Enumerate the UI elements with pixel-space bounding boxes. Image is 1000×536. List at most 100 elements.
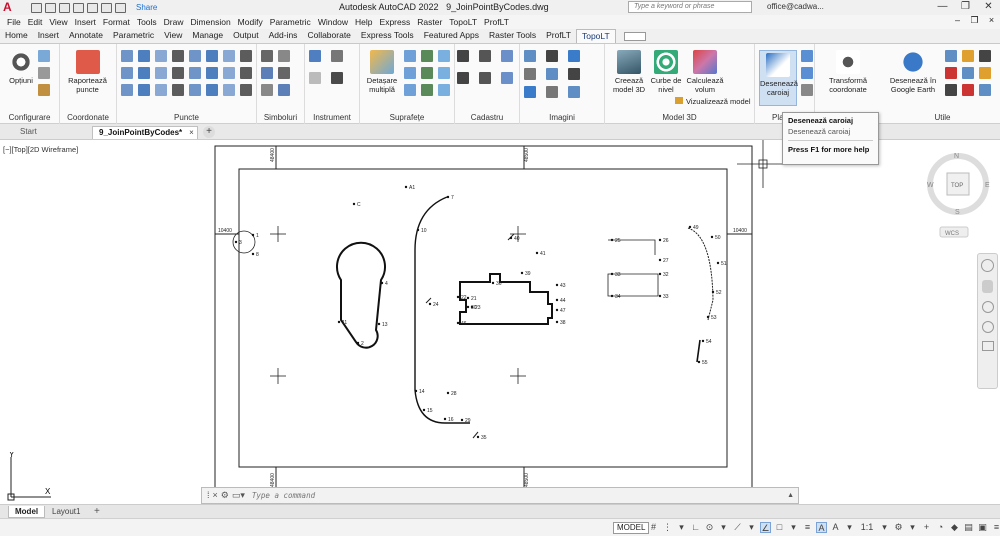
- ribbon-tool-icon[interactable]: [240, 67, 252, 79]
- ribbon-tool-icon[interactable]: [121, 84, 133, 96]
- new-file-icon[interactable]: [31, 2, 42, 13]
- ribbon-tool-icon[interactable]: [138, 84, 150, 96]
- tab-output[interactable]: Output: [228, 29, 264, 43]
- hardware-accel-icon[interactable]: ▤: [963, 522, 974, 533]
- autocad-logo-icon[interactable]: A: [3, 1, 17, 14]
- survey-point[interactable]: 24: [428, 302, 439, 308]
- detasare-multipla-button[interactable]: Detașare multiplă: [362, 50, 402, 94]
- doc-minimize-icon[interactable]: –: [949, 15, 966, 26]
- layout-tool-icon[interactable]: [801, 50, 813, 62]
- ribbon-tool-icon[interactable]: [223, 84, 235, 96]
- menu-window[interactable]: Window: [318, 17, 348, 27]
- tab-collaborate[interactable]: Collaborate: [302, 29, 355, 43]
- layout-tool-icon[interactable]: [801, 67, 813, 79]
- survey-point[interactable]: 55: [697, 360, 708, 366]
- menu-dimension[interactable]: Dimension: [191, 17, 231, 27]
- survey-point[interactable]: 16: [443, 417, 454, 423]
- menu-tools[interactable]: Tools: [137, 17, 157, 27]
- ribbon-tool-icon[interactable]: [240, 50, 252, 62]
- customize-icon[interactable]: ⚙: [221, 490, 229, 501]
- survey-point[interactable]: 13: [377, 322, 388, 328]
- survey-point[interactable]: A1: [404, 185, 416, 191]
- survey-point[interactable]: 14: [414, 389, 425, 395]
- survey-point[interactable]: 27: [658, 258, 669, 264]
- survey-point[interactable]: 25: [610, 238, 621, 244]
- ribbon-tool-icon[interactable]: [546, 68, 558, 80]
- config-tool-icon[interactable]: [38, 50, 50, 62]
- ribbon-tool-icon[interactable]: [524, 68, 536, 80]
- close-tab-icon[interactable]: ×: [189, 128, 194, 137]
- ribbon-tool-icon[interactable]: [962, 50, 974, 62]
- calculeaza-volum-button[interactable]: Calculează volum: [685, 50, 725, 94]
- ribbon-tool-icon[interactable]: [501, 72, 513, 84]
- ribbon-tool-icon[interactable]: [945, 67, 957, 79]
- ribbon-tool-icon[interactable]: [331, 50, 343, 62]
- menu-proflt[interactable]: ProfLT: [484, 17, 509, 27]
- survey-point[interactable]: 11: [337, 320, 348, 326]
- close-icon[interactable]: ×: [213, 490, 218, 501]
- survey-point[interactable]: C: [352, 202, 361, 208]
- survey-point[interactable]: 33: [658, 294, 669, 300]
- survey-point[interactable]: 10: [416, 228, 427, 234]
- ribbon-tool-icon[interactable]: [568, 86, 580, 98]
- ribbon-tool-icon[interactable]: [962, 84, 974, 96]
- ribbon-tool-icon[interactable]: [945, 50, 957, 62]
- isolate-icon[interactable]: ◆: [949, 522, 960, 533]
- ribbon-tool-icon[interactable]: [172, 84, 184, 96]
- ribbon-tool-icon[interactable]: [404, 50, 416, 62]
- survey-point[interactable]: 49: [688, 225, 699, 231]
- search-input[interactable]: Type a keyword or phrase: [628, 1, 752, 13]
- ribbon-options-toggle[interactable]: [623, 32, 646, 41]
- ribbon-tool-icon[interactable]: [457, 72, 469, 84]
- ribbon-tool-icon[interactable]: [524, 86, 536, 98]
- menu-format[interactable]: Format: [103, 17, 130, 27]
- ribbon-tool-icon[interactable]: [278, 84, 290, 96]
- survey-point[interactable]: 2: [356, 341, 364, 347]
- vizualizeaza-model-button[interactable]: Vizualizează model: [675, 97, 750, 106]
- ribbon-tool-icon[interactable]: [568, 50, 580, 62]
- ribbon-tool-icon[interactable]: [206, 84, 218, 96]
- survey-point[interactable]: 43: [555, 283, 566, 289]
- workspace-gear-icon[interactable]: ⚙: [893, 522, 904, 533]
- menu-modify[interactable]: Modify: [238, 17, 263, 27]
- menu-parametric[interactable]: Parametric: [270, 17, 311, 27]
- ribbon-tool-icon[interactable]: [438, 50, 450, 62]
- survey-point[interactable]: 15: [422, 408, 433, 414]
- tab-model[interactable]: Model: [8, 506, 46, 518]
- ribbon-tool-icon[interactable]: [223, 50, 235, 62]
- menu-edit[interactable]: Edit: [28, 17, 43, 27]
- survey-point[interactable]: 7: [446, 195, 454, 201]
- close-icon[interactable]: ✕: [977, 0, 1000, 15]
- survey-point[interactable]: 35: [476, 435, 487, 441]
- menu-topolt[interactable]: TopoLT: [449, 17, 477, 27]
- google-earth-button[interactable]: Desenează în Google Earth: [885, 50, 941, 94]
- menu-draw[interactable]: Draw: [164, 17, 184, 27]
- tab-proflt[interactable]: ProfLT: [541, 29, 576, 43]
- user-account[interactable]: office@cadwa...: [767, 2, 824, 11]
- drawing-canvas[interactable]: [−][Top][2D Wireframe] 10400 10400 48400…: [0, 140, 1000, 502]
- menu-express[interactable]: Express: [380, 17, 411, 27]
- ribbon-tool-icon[interactable]: [546, 86, 558, 98]
- ribbon-tool-icon[interactable]: [331, 72, 343, 84]
- optiuni-button[interactable]: Opțiuni: [6, 50, 36, 85]
- open-file-icon[interactable]: [45, 2, 56, 13]
- ribbon-tool-icon[interactable]: [261, 50, 273, 62]
- ribbon-tool-icon[interactable]: [206, 67, 218, 79]
- performance-icon[interactable]: ◔: [935, 522, 946, 533]
- ribbon-tool-icon[interactable]: [309, 50, 321, 62]
- survey-point[interactable]: 1: [251, 233, 259, 239]
- menu-file[interactable]: File: [7, 17, 21, 27]
- ribbon-tool-icon[interactable]: [979, 67, 991, 79]
- survey-point[interactable]: 30: [466, 305, 477, 311]
- polar-icon[interactable]: ⊙: [704, 522, 715, 533]
- curbe-de-nivel-button[interactable]: Curbe de nivel: [648, 50, 684, 94]
- tab-view[interactable]: View: [159, 29, 187, 43]
- tab-featured-apps[interactable]: Featured Apps: [419, 29, 484, 43]
- showmotion-icon[interactable]: [981, 341, 994, 351]
- ribbon-tool-icon[interactable]: [404, 84, 416, 96]
- doc-restore-icon[interactable]: ❐: [966, 15, 983, 26]
- ribbon-tool-icon[interactable]: [261, 84, 273, 96]
- redo-icon[interactable]: [115, 2, 126, 13]
- ribbon-tool-icon[interactable]: [278, 50, 290, 62]
- ribbon-tool-icon[interactable]: [223, 67, 235, 79]
